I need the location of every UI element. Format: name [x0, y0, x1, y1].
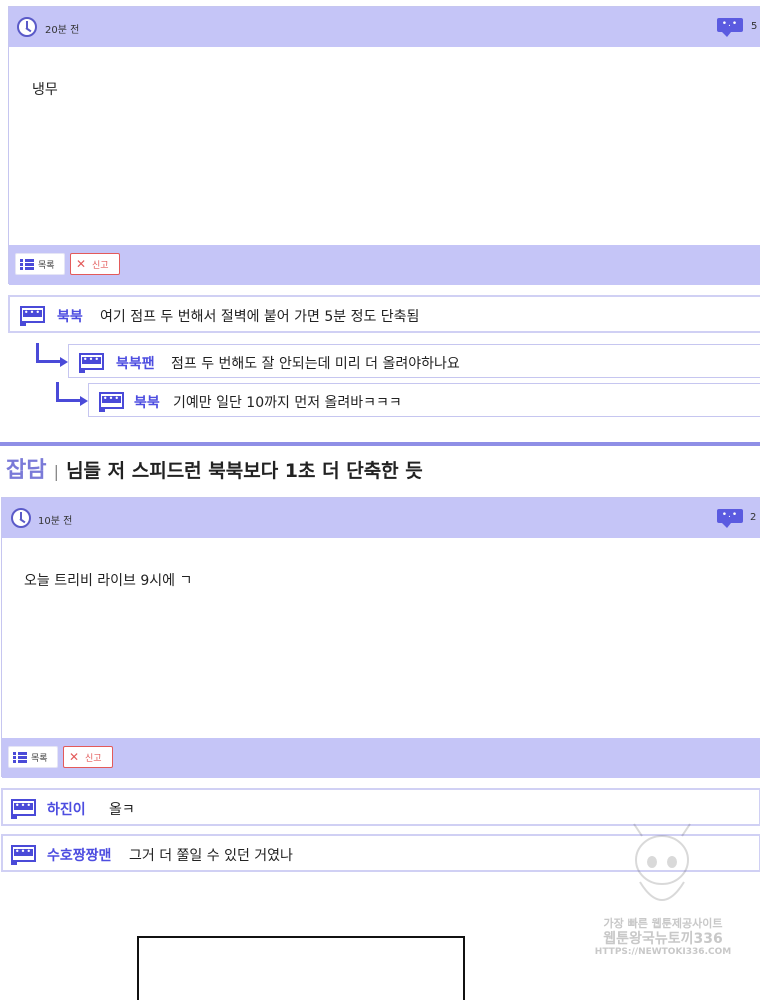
post-title: 님들 저 스피드런 북북보다 1초 더 단축한 듯	[66, 460, 423, 482]
clock-icon	[17, 17, 37, 37]
comment-count-icon: •.•	[717, 18, 743, 37]
comment-row: ••• 북북 여기 점프 두 번해서 절벽에 붙어 가면 5분 정도 단축됨	[8, 295, 760, 333]
list-button[interactable]: 목록	[8, 746, 58, 768]
post-time: 20분 전	[45, 25, 80, 36]
comment-icon: •••	[11, 799, 36, 819]
reply-arrow-icon	[56, 382, 88, 406]
section-divider	[0, 442, 760, 446]
post-body: 냉무	[32, 82, 58, 98]
title-separator: |	[53, 462, 59, 481]
comment-icon: •••	[11, 845, 36, 865]
list-icon	[13, 752, 27, 763]
report-button[interactable]: ✕ 신고	[70, 253, 120, 275]
comment-author[interactable]: 북북팬	[116, 353, 155, 373]
comment-reply-row: ••• 북북팬 점프 두 번해도 잘 안되는데 미리 더 올려야하나요	[68, 344, 760, 378]
post-title-row: 잡담 | 님들 저 스피드런 북북보다 1초 더 단축한 듯	[6, 452, 423, 488]
bell-off-icon: ✕	[76, 257, 87, 271]
comment-icon: •••	[99, 392, 124, 412]
comment-icon: •••	[20, 306, 45, 326]
comment-reply-row: ••• 북북 기예만 일단 10까지 먼저 올려바ㅋㅋㅋ	[88, 383, 760, 417]
content-frame	[137, 936, 465, 1000]
comment-author[interactable]: 북북	[57, 306, 83, 326]
bell-off-icon: ✕	[69, 750, 80, 764]
comment-row: ••• 하진이 올ㅋ	[1, 788, 760, 826]
list-icon	[20, 259, 34, 270]
post-category[interactable]: 잡담	[6, 458, 46, 483]
watermark-mascot	[612, 822, 712, 918]
comment-text: 여기 점프 두 번해서 절벽에 붙어 가면 5분 정도 단축됨	[100, 309, 420, 325]
mascot-icon	[633, 823, 691, 901]
list-button[interactable]: 목록	[15, 253, 65, 275]
reply-arrow-icon	[36, 343, 68, 367]
post-body: 오늘 트리비 라이브 9시에 ㄱ	[24, 573, 193, 589]
comment-author[interactable]: 수호짱짱맨	[47, 845, 111, 865]
comment-count: 5	[751, 21, 758, 32]
comment-icon: •••	[79, 353, 104, 373]
comment-count: 2	[750, 512, 757, 523]
comment-count-icon: •.•	[717, 509, 743, 528]
comment-text: 그거 더 쭐일 수 있던 거였나	[129, 848, 293, 864]
comment-text: 올ㅋ	[109, 802, 135, 818]
comment-author[interactable]: 북북	[134, 392, 160, 412]
comment-text: 점프 두 번해도 잘 안되는데 미리 더 올려야하나요	[171, 356, 460, 372]
report-button[interactable]: ✕ 신고	[63, 746, 113, 768]
post-footer-bar: 목록 ✕ 신고	[2, 738, 760, 778]
watermark-text: 가장 빠른 웹툰제공사이트 웹툰왕국뉴토끼336 HTTPS://NEWTOKI…	[594, 917, 732, 957]
post-time: 10분 전	[38, 516, 73, 527]
comment-author[interactable]: 하진이	[47, 799, 86, 819]
post-footer-bar: 목록 ✕ 신고	[9, 245, 760, 285]
post-card-1: 20분 전 •.• 5 냉무 목록 ✕ 신고	[8, 6, 760, 285]
post-header-bar: 20분 전 •.• 5	[9, 7, 760, 47]
comment-text: 기예만 일단 10까지 먼저 올려바ㅋㅋㅋ	[173, 395, 402, 411]
post-header-bar: 10분 전 •.• 2	[2, 498, 760, 538]
post-card-2: 10분 전 •.• 2 오늘 트리비 라이브 9시에 ㄱ 목록 ✕ 신고	[1, 497, 760, 778]
clock-icon	[11, 508, 31, 528]
